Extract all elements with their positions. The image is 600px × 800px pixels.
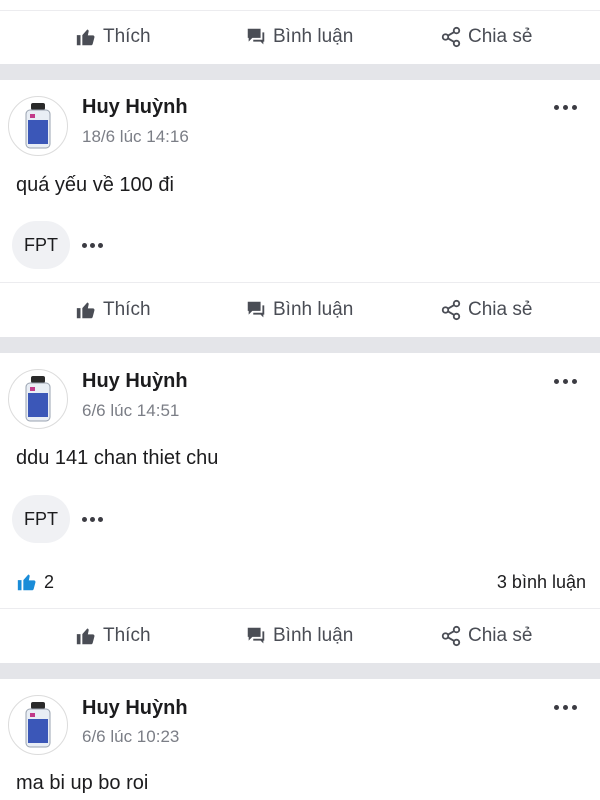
- comment-icon: [247, 28, 265, 45]
- like-button[interactable]: Thích: [75, 625, 151, 647]
- comment-button[interactable]: Bình luận: [245, 299, 353, 321]
- post-separator: [0, 64, 600, 80]
- post-time: 6/6 lúc 14:51: [82, 401, 180, 420]
- comment-icon: [247, 301, 265, 318]
- like-button[interactable]: Thích: [75, 26, 151, 48]
- comment-icon: [247, 627, 265, 644]
- share-label: Chia sẻ: [468, 625, 533, 646]
- comment-button[interactable]: Bình luận: [245, 625, 353, 647]
- bottle-avatar-icon: [25, 376, 51, 422]
- like-count-value: 2: [44, 571, 55, 592]
- comment-label: Bình luận: [273, 26, 354, 47]
- author-name[interactable]: Huy Huỳnh: [82, 697, 188, 720]
- tag-more-icon[interactable]: [82, 517, 104, 522]
- post-time: 18/6 lúc 14:16: [82, 127, 189, 146]
- tag-more-icon[interactable]: [82, 243, 104, 248]
- bottle-avatar-icon: [25, 103, 51, 149]
- blue-thumbs-up-icon: [17, 574, 36, 591]
- like-label: Thích: [103, 26, 151, 47]
- like-label: Thích: [103, 299, 151, 320]
- share-button[interactable]: Chia sẻ: [440, 625, 532, 647]
- comment-button[interactable]: Bình luận: [245, 26, 353, 48]
- author-name[interactable]: Huy Huỳnh: [82, 370, 188, 393]
- like-label: Thích: [103, 625, 151, 646]
- divider: [0, 10, 600, 11]
- divider: [0, 608, 600, 609]
- share-icon: [441, 625, 461, 647]
- more-options-icon[interactable]: [554, 105, 578, 111]
- share-label: Chia sẻ: [468, 299, 533, 320]
- like-button[interactable]: Thích: [75, 299, 151, 321]
- comment-count[interactable]: 3 bình luận: [497, 572, 586, 593]
- share-button[interactable]: Chia sẻ: [440, 299, 532, 321]
- avatar[interactable]: [8, 96, 68, 156]
- share-icon: [441, 26, 461, 48]
- avatar[interactable]: [8, 695, 68, 755]
- thumbs-up-icon: [76, 628, 95, 645]
- share-button[interactable]: Chia sẻ: [440, 26, 532, 48]
- stock-tag-label: FPT: [24, 234, 58, 255]
- stock-tag[interactable]: FPT: [12, 221, 70, 269]
- thumbs-up-icon: [76, 29, 95, 46]
- post-content: quá yếu về 100 đi: [16, 174, 174, 196]
- avatar[interactable]: [8, 369, 68, 429]
- bottle-avatar-icon: [25, 702, 51, 748]
- post-separator: [0, 337, 600, 353]
- comment-label: Bình luận: [273, 625, 354, 646]
- like-count[interactable]: 2: [16, 571, 54, 593]
- more-options-icon[interactable]: [554, 379, 578, 385]
- comment-label: Bình luận: [273, 299, 354, 320]
- post-separator: [0, 663, 600, 679]
- stock-tag[interactable]: FPT: [12, 495, 70, 543]
- post-content: ddu 141 chan thiet chu: [16, 447, 219, 469]
- share-label: Chia sẻ: [468, 26, 533, 47]
- stock-tag-label: FPT: [24, 508, 58, 529]
- divider: [0, 282, 600, 283]
- share-icon: [441, 299, 461, 321]
- post-time: 6/6 lúc 10:23: [82, 727, 180, 746]
- post-content: ma bi up bo roi: [16, 772, 149, 794]
- thumbs-up-icon: [76, 302, 95, 319]
- more-options-icon[interactable]: [554, 705, 578, 711]
- author-name[interactable]: Huy Huỳnh: [82, 96, 188, 119]
